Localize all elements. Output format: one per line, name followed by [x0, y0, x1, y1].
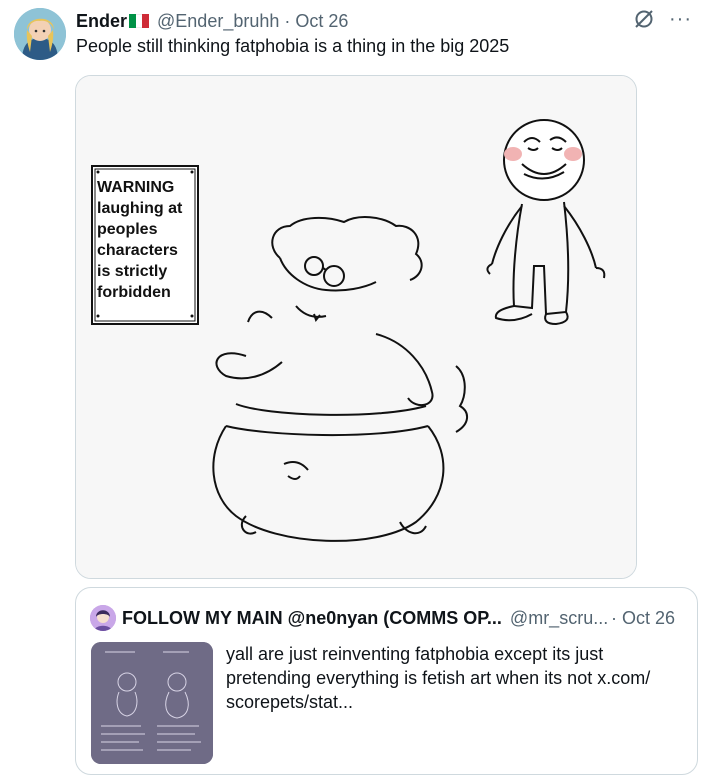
sign-line-1: WARNING — [97, 179, 174, 196]
quoted-thumbnail[interactable] — [91, 642, 213, 764]
tweet-actions-top: ··· — [633, 8, 692, 30]
grok-icon[interactable] — [633, 8, 655, 30]
quoted-tweet-header: FOLLOW MY MAIN @ne0nyan (COMMS OP... @mr… — [90, 604, 685, 632]
quoted-avatar[interactable] — [90, 605, 116, 631]
quoted-author-name[interactable]: FOLLOW MY MAIN @ne0nyan (COMMS OP... — [122, 608, 502, 629]
author-name[interactable]: Ender — [76, 11, 127, 32]
tweet-date[interactable]: Oct 26 — [295, 11, 348, 32]
quoted-author-handle[interactable]: @mr_scru... — [510, 608, 608, 629]
sign-line-3: peoples — [97, 221, 158, 238]
more-icon[interactable]: ··· — [669, 9, 692, 29]
tweet: Ender @Ender_bruhh · Oct 26 ··· People s… — [0, 0, 716, 784]
author-handle[interactable]: @Ender_bruhh — [157, 11, 279, 32]
warning-sign: WARNING laughing at peoples characters i… — [91, 165, 199, 325]
sign-line-5: is strictly — [97, 263, 167, 280]
italy-flag-icon — [129, 14, 150, 28]
quoted-tweet-text: yall are just reinventing fatphobia exce… — [226, 644, 651, 712]
sign-line-6: forbidden — [97, 284, 171, 301]
avatar-image — [14, 8, 66, 60]
separator-dot: · — [284, 10, 291, 31]
quoted-thumbnail-image — [91, 642, 213, 764]
sign-line-2: laughing at — [97, 200, 183, 217]
sign-line-4: characters — [97, 242, 178, 259]
tweet-image[interactable]: WARNING laughing at peoples characters i… — [75, 75, 637, 579]
drawing-image: WARNING laughing at peoples characters i… — [76, 76, 636, 578]
quoted-tweet-date[interactable]: · Oct 26 — [611, 608, 675, 629]
avatar[interactable] — [14, 8, 66, 60]
quoted-tweet[interactable]: FOLLOW MY MAIN @ne0nyan (COMMS OP... @mr… — [75, 587, 698, 775]
tweet-text: People still thinking fatphobia is a thi… — [76, 36, 510, 56]
quoted-avatar-image — [90, 605, 116, 631]
tweet-header: Ender @Ender_bruhh · Oct 26 — [76, 8, 348, 34]
